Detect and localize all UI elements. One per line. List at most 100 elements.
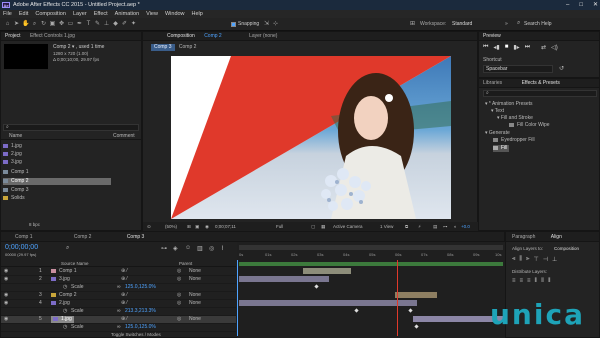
project-item[interactable]: Comp 1 xyxy=(3,169,139,176)
align-hcenter-icon[interactable]: ⫼ xyxy=(519,256,522,263)
parent-select[interactable]: None xyxy=(189,300,201,307)
parent-select[interactable]: None xyxy=(189,292,201,299)
parent-pick-whip-icon[interactable]: ◎ xyxy=(177,292,181,299)
parent-pick-whip-icon[interactable]: ◎ xyxy=(177,300,181,307)
layer-bar-3jpg[interactable] xyxy=(239,276,329,282)
tab-effect-controls[interactable]: Effect Controls 1.jpg xyxy=(26,32,79,40)
hand-tool-icon[interactable]: ✋ xyxy=(22,21,29,28)
audio-icon[interactable]: ◁) xyxy=(551,44,558,51)
loop-icon[interactable]: ⇄ xyxy=(541,44,546,51)
rotate-tool-icon[interactable]: ↻ xyxy=(40,21,47,28)
reset-icon[interactable]: ↺ xyxy=(559,65,564,72)
camera-tool-icon[interactable]: ▣ xyxy=(49,21,56,28)
distribute-hcenter-icon[interactable]: ⦀ xyxy=(541,278,544,285)
project-item[interactable]: Solids xyxy=(3,195,139,202)
property-value[interactable]: 125.0,125.0% xyxy=(125,284,156,291)
layer-row[interactable]: ◉ 4 2.jpg ⊕ ⁄ ◎ None xyxy=(1,300,236,308)
search-icon[interactable]: ⌕ xyxy=(517,20,520,27)
keyframe[interactable] xyxy=(354,308,359,313)
pan-behind-tool-icon[interactable]: ✥ xyxy=(58,21,65,28)
distribute-top-icon[interactable]: ≡ xyxy=(512,278,516,285)
align-top-icon[interactable]: ⊤ xyxy=(534,256,539,263)
puppet-tool-icon[interactable]: ✦ xyxy=(130,21,137,28)
tree-fill-and-stroke[interactable]: ▾ Fill and Stroke xyxy=(497,115,597,122)
bit-depth[interactable]: 8 bpc xyxy=(29,222,40,227)
tab-comp1[interactable]: Comp 1 xyxy=(1,232,37,241)
distribute-left-icon[interactable]: ⦀ xyxy=(535,278,538,285)
draft-3d-icon[interactable]: ◈ xyxy=(173,245,178,252)
menu-edit[interactable]: Edit xyxy=(19,10,28,18)
menu-composition[interactable]: Composition xyxy=(35,10,66,18)
project-search-input[interactable]: ⌕ xyxy=(3,124,139,131)
menu-effect[interactable]: Effect xyxy=(94,10,108,18)
parent-pick-whip-icon[interactable]: ◎ xyxy=(177,268,181,275)
tab-comp3[interactable]: Comp 3 xyxy=(97,232,149,241)
keyframe[interactable] xyxy=(414,324,419,329)
toggle-switches-modes[interactable]: Toggle Switches / Modes xyxy=(111,332,161,337)
next-frame-icon[interactable]: ▮▸ xyxy=(513,44,519,51)
timeline-timecode[interactable]: 0;00;00;00 xyxy=(5,244,38,251)
parent-pick-whip-icon[interactable]: ◎ xyxy=(177,316,181,323)
type-tool-icon[interactable]: T xyxy=(85,21,92,28)
distribute-right-icon[interactable]: ⦀ xyxy=(548,278,551,285)
menu-view[interactable]: View xyxy=(146,10,158,18)
current-time[interactable]: 0;00;07;11 xyxy=(215,222,236,231)
tab-composition[interactable]: Composition Comp 2 xyxy=(143,32,230,40)
tab-preview[interactable]: Preview xyxy=(479,32,505,40)
view-layout-select[interactable]: 1 View xyxy=(380,222,393,231)
camera-view-select[interactable]: Active Camera xyxy=(333,222,363,231)
breadcrumb-comp2[interactable]: Comp 2 xyxy=(176,44,200,50)
minimize-button[interactable]: – xyxy=(566,0,569,10)
workspace-icon[interactable]: ⊞ xyxy=(409,21,416,28)
search-help-input[interactable]: Search Help xyxy=(524,21,552,27)
stopwatch-icon[interactable]: ◷ xyxy=(63,284,67,291)
zoom-tool-icon[interactable]: ⌕ xyxy=(31,21,38,28)
layer-row[interactable]: ◉ 1 Comp 1 ⊕ ⁄ ◎ None xyxy=(1,268,236,276)
layer-row[interactable]: ◉ 3 Comp 2 ⊕ ⁄ ◎ None xyxy=(1,292,236,300)
property-value[interactable]: 213.3,213.3% xyxy=(125,308,156,315)
motion-blur-icon[interactable]: ◎ xyxy=(209,245,214,252)
stopwatch-icon[interactable]: ◷ xyxy=(63,324,67,331)
last-frame-icon[interactable]: ⏭ xyxy=(525,44,530,51)
menu-file[interactable]: File xyxy=(3,10,12,18)
tree-fill-selected[interactable]: Fill xyxy=(493,145,509,152)
visibility-icon[interactable]: ◉ xyxy=(4,300,8,307)
rectangle-tool-icon[interactable]: ▭ xyxy=(67,21,74,28)
eraser-tool-icon[interactable]: ◆ xyxy=(112,21,119,28)
parent-select[interactable]: None xyxy=(189,268,201,275)
visibility-icon[interactable]: ◉ xyxy=(4,292,8,299)
keyframe[interactable] xyxy=(408,308,413,313)
shortcut-select[interactable]: Spacebar xyxy=(483,65,553,73)
align-vcenter-icon[interactable]: ⊣ xyxy=(543,256,548,263)
always-preview-icon[interactable]: ⊙ xyxy=(147,222,151,231)
tab-libraries[interactable]: Libraries xyxy=(479,79,506,87)
first-frame-icon[interactable]: ⏮ xyxy=(483,44,488,51)
layer-row-selected[interactable]: ◉ 5 1.jpg ⊕ ⁄ ◎ None xyxy=(1,316,236,324)
close-button[interactable]: ✕ xyxy=(593,0,598,10)
tree-text[interactable]: ▾ Text xyxy=(491,108,597,115)
property-row[interactable]: ◷ Scale ∞ 213.3,213.3% xyxy=(1,308,236,316)
exposure-value[interactable]: +0.0 xyxy=(461,222,470,231)
project-item-selected[interactable]: Comp 2 xyxy=(3,178,111,185)
layer-row[interactable]: ◉ 2 3.jpg ⊕ ⁄ ◎ None xyxy=(1,276,236,284)
frame-blending-icon[interactable]: ▥ xyxy=(197,245,203,252)
col-parent[interactable]: Parent xyxy=(179,260,192,267)
project-item[interactable]: 2.jpg xyxy=(3,151,139,158)
timeline-icon[interactable]: ▤ xyxy=(433,222,437,231)
snap-icon[interactable]: ⇲ xyxy=(263,21,270,28)
timeline-graph[interactable]: 0s 01s 02s 03s 04s 05s 06s 07s 08s 09s 1… xyxy=(237,242,505,338)
tree-generate[interactable]: ▾ Generate xyxy=(485,130,597,137)
home-icon[interactable]: ⌂ xyxy=(4,21,11,28)
mask-visibility-icon[interactable]: ▣ xyxy=(195,222,199,231)
flowchart-icon[interactable]: ⊶ xyxy=(443,222,448,231)
selection-tool-icon[interactable]: ➤ xyxy=(13,21,20,28)
tab-paragraph[interactable]: Paragraph xyxy=(506,232,539,241)
parent-select[interactable]: None xyxy=(189,316,201,323)
align-right-icon[interactable]: ⫸ xyxy=(526,256,529,263)
breadcrumb-comp3[interactable]: Comp 3 xyxy=(151,44,175,51)
parent-pick-whip-icon[interactable]: ◎ xyxy=(177,276,181,283)
timeline-search-icon[interactable]: ⌕ xyxy=(66,245,69,252)
playhead[interactable] xyxy=(237,260,238,336)
region-of-interest-icon[interactable]: ▢ xyxy=(311,222,315,231)
tree-eyedropper-fill[interactable]: Eyedropper Fill xyxy=(493,137,597,144)
